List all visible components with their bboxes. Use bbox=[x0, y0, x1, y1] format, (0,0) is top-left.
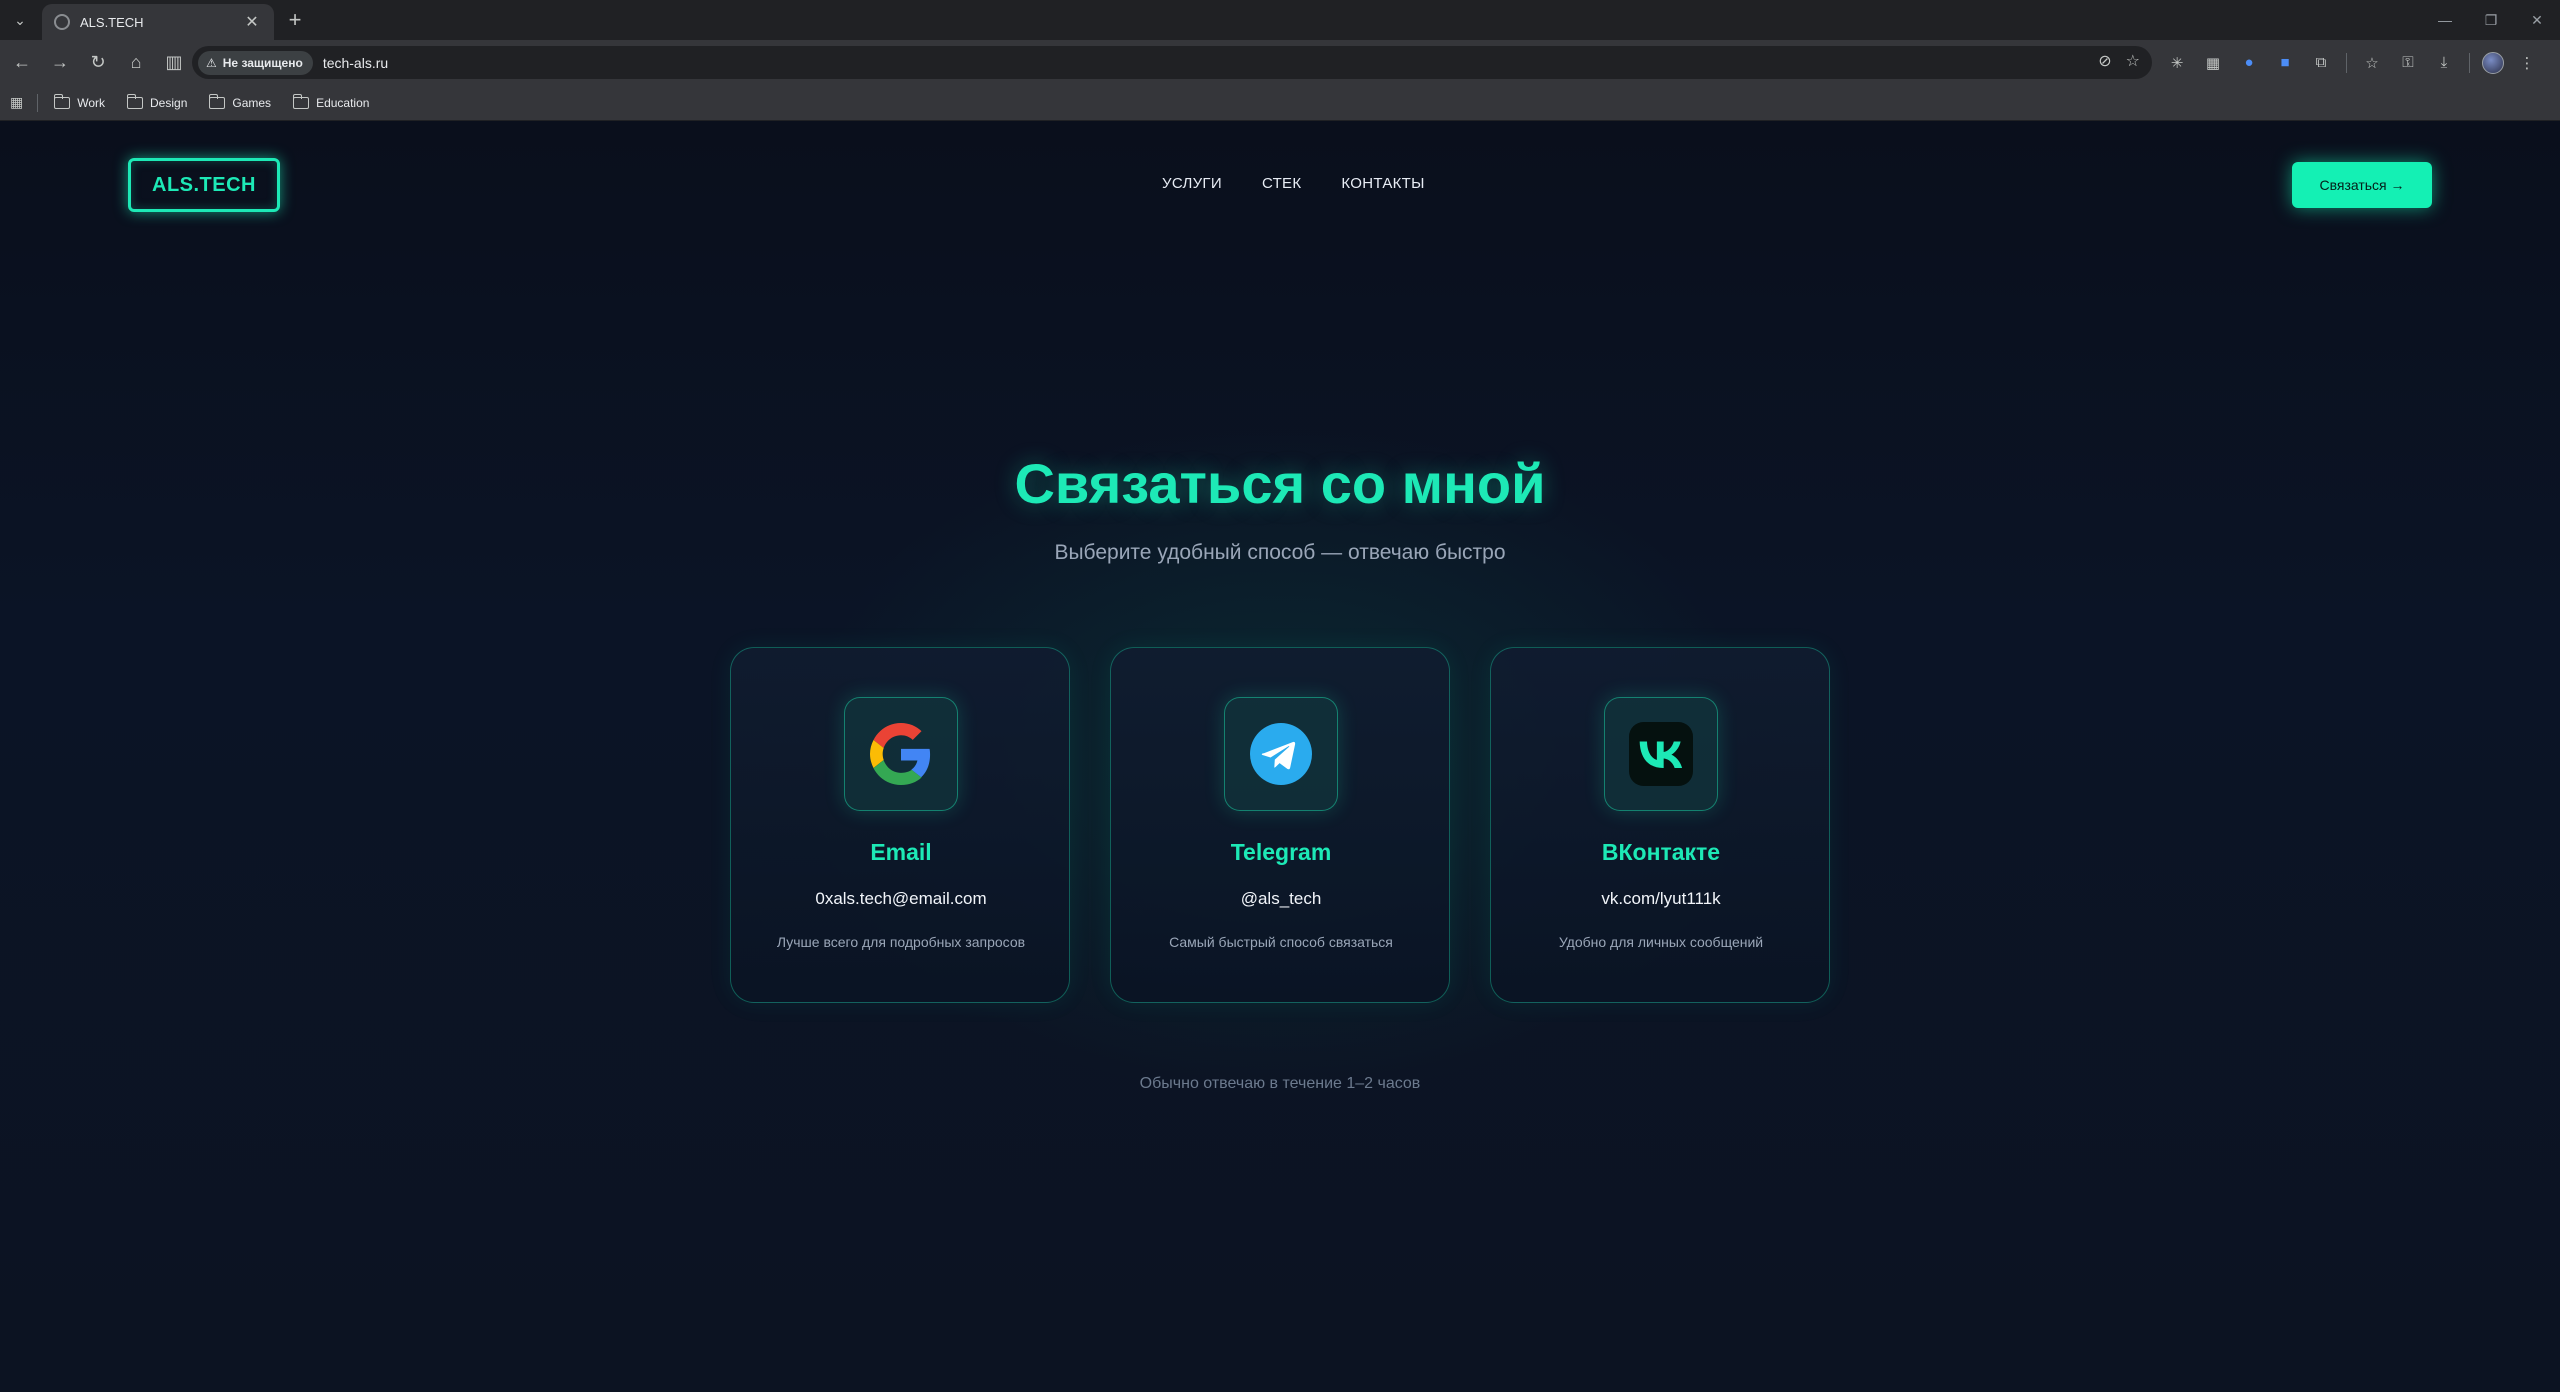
bookmark-label: Design bbox=[150, 95, 188, 110]
contact-card-vk[interactable]: ВКонтакте vk.com/lyut111k Удобно для лич… bbox=[1490, 647, 1830, 1003]
contact-card-telegram[interactable]: Telegram @als_tech Самый быстрый способ … bbox=[1110, 647, 1450, 1003]
extension-translate-icon[interactable]: ■ bbox=[2272, 50, 2298, 76]
security-chip[interactable]: ⚠ Не защищено bbox=[198, 50, 313, 75]
eye-slash-icon[interactable]: ⊘ bbox=[2098, 51, 2111, 71]
extension-palette-icon[interactable]: ▦ bbox=[2200, 50, 2226, 76]
card-title: ВКонтакте bbox=[1601, 839, 1721, 865]
vk-icon bbox=[1629, 722, 1693, 786]
telegram-icon bbox=[1250, 723, 1312, 785]
nav-link-stack[interactable]: СТЕК bbox=[1262, 175, 1301, 192]
folder-icon bbox=[126, 93, 144, 109]
split-view-icon[interactable]: ▥ bbox=[158, 47, 190, 79]
warning-icon: ⚠ bbox=[206, 55, 217, 70]
main-nav: УСЛУГИ СТЕК КОНТАКТЫ bbox=[1162, 175, 1425, 192]
folder-icon bbox=[292, 93, 310, 109]
site-header: ALS.TECH УСЛУГИ СТЕК КОНТАКТЫ Связаться … bbox=[0, 121, 2560, 241]
bookmarks-separator bbox=[37, 93, 39, 112]
bookmark-folder-work[interactable]: Work bbox=[53, 93, 106, 110]
bookmark-folder-education[interactable]: Education bbox=[292, 93, 370, 110]
nav-link-services[interactable]: УСЛУГИ bbox=[1162, 175, 1222, 192]
card-description: Удобно для личных сообщений bbox=[1558, 934, 1764, 950]
home-icon[interactable]: ⌂ bbox=[120, 47, 152, 79]
site-logo[interactable]: ALS.TECH bbox=[128, 158, 280, 212]
browser-tab[interactable]: ALS.TECH ✕ bbox=[42, 4, 274, 40]
extension-shield-icon[interactable]: ● bbox=[2236, 50, 2262, 76]
tab-title: ALS.TECH bbox=[80, 14, 144, 30]
card-title: Telegram bbox=[1230, 839, 1332, 865]
profile-avatar[interactable] bbox=[2482, 51, 2504, 74]
download-icon[interactable]: ⤓ bbox=[2431, 50, 2457, 76]
address-bar[interactable]: ⚠ Не защищено tech-als.ru ⊘ ☆ bbox=[192, 46, 2152, 79]
bookmark-folder-design[interactable]: Design bbox=[126, 93, 188, 110]
contact-cta-button[interactable]: Связаться → bbox=[2292, 162, 2432, 208]
toolbar-separator bbox=[2469, 52, 2470, 73]
card-value[interactable]: @als_tech bbox=[1111, 889, 1451, 909]
reload-icon[interactable]: ↻ bbox=[82, 47, 114, 79]
card-description: Самый быстрый способ связаться bbox=[1169, 934, 1393, 950]
forward-arrow-icon[interactable]: → bbox=[44, 47, 76, 79]
browser-toolbar: ← → ↻ ⌂ ▥ ⚠ Не защищено tech-als.ru ⊘ ☆ … bbox=[0, 40, 2560, 85]
folder-icon bbox=[208, 93, 226, 109]
close-tab-icon[interactable]: ✕ bbox=[242, 12, 262, 32]
card-icon-box bbox=[1604, 697, 1718, 811]
restore-icon[interactable]: ❐ bbox=[2468, 0, 2514, 40]
favorites-star-icon[interactable]: ☆ bbox=[2359, 50, 2385, 76]
contact-card-email[interactable]: Email 0xals.tech@email.com Лучше всего д… bbox=[730, 647, 1070, 1003]
toolbar-separator bbox=[2346, 52, 2347, 73]
bookmark-star-icon[interactable]: ☆ bbox=[2126, 51, 2140, 71]
bookmark-label: Work bbox=[77, 95, 106, 110]
extensions-area: ✳ ▦ ● ■ ⧉ ☆ ⚿ ⤓ ⋮ bbox=[2164, 46, 2540, 79]
card-value[interactable]: vk.com/lyut111k bbox=[1491, 889, 1831, 909]
extension-sparkle-icon[interactable]: ✳ bbox=[2164, 50, 2190, 76]
response-time-note: Обычно отвечаю в течение 1–2 часов bbox=[1139, 1075, 1421, 1092]
url-text[interactable]: tech-als.ru bbox=[323, 55, 388, 71]
card-value[interactable]: 0xals.tech@email.com bbox=[731, 889, 1071, 909]
browser-tab-bar: ⌄ ALS.TECH ✕ + — ❐ ✕ bbox=[0, 0, 2560, 40]
folder-icon bbox=[53, 93, 71, 109]
window-close-icon[interactable]: ✕ bbox=[2514, 0, 2560, 40]
card-icon-box bbox=[1224, 697, 1338, 811]
card-description: Лучше всего для подробных запросов bbox=[776, 934, 1026, 950]
bookmarks-bar: ▦ Work Design Games Education bbox=[0, 85, 2560, 121]
security-label: Не защищено bbox=[222, 55, 303, 70]
apps-grid-icon[interactable]: ▦ bbox=[10, 94, 23, 111]
password-key-icon[interactable]: ⚿ bbox=[2395, 50, 2421, 76]
web-page: ALS.TECH УСЛУГИ СТЕК КОНТАКТЫ Связаться … bbox=[0, 121, 2560, 1392]
bookmark-label: Education bbox=[316, 95, 370, 110]
google-icon bbox=[870, 723, 931, 785]
extensions-puzzle-icon[interactable]: ⧉ bbox=[2308, 50, 2334, 76]
card-icon-box bbox=[844, 697, 958, 811]
page-subtitle: Выберите удобный способ — отвечаю быстро bbox=[1054, 541, 1506, 564]
window-controls: — ❐ ✕ bbox=[2422, 0, 2560, 40]
new-tab-button[interactable]: + bbox=[282, 8, 308, 34]
page-title: Связаться со мной bbox=[1014, 452, 1546, 515]
address-bar-actions: ⊘ ☆ bbox=[2098, 51, 2140, 71]
back-arrow-icon[interactable]: ← bbox=[6, 47, 38, 79]
bookmark-label: Games bbox=[232, 95, 272, 110]
card-title: Email bbox=[870, 839, 932, 865]
menu-kebab-icon[interactable]: ⋮ bbox=[2514, 50, 2540, 76]
minimize-icon[interactable]: — bbox=[2422, 0, 2468, 40]
contact-cards: Email 0xals.tech@email.com Лучше всего д… bbox=[730, 647, 1830, 1003]
site-favicon-icon bbox=[54, 14, 70, 30]
tab-search-chevron-icon[interactable]: ⌄ bbox=[8, 8, 32, 32]
nav-link-contacts[interactable]: КОНТАКТЫ bbox=[1341, 175, 1424, 192]
bookmark-folder-games[interactable]: Games bbox=[208, 93, 272, 110]
